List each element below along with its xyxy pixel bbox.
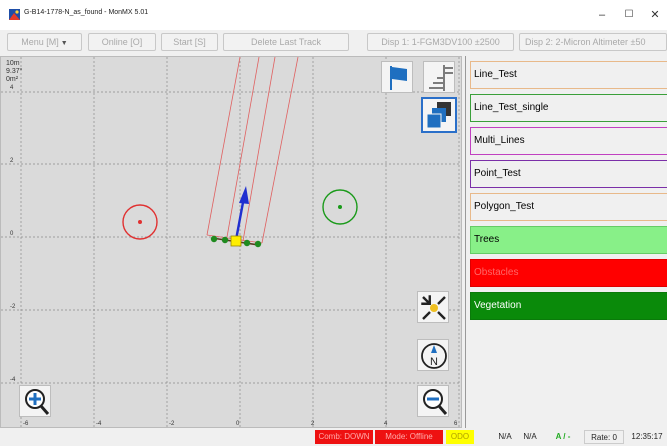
window-title: G-B14-1778-N_as_found - MonMX 5.01 — [24, 9, 149, 16]
map-canvas — [1, 57, 461, 427]
layer-panel: Line_Test Line_Test_single Multi_Lines Poin… — [465, 56, 667, 428]
layer-item[interactable]: Vegetation — [470, 292, 667, 320]
flag-button[interactable] — [381, 61, 413, 93]
na-status-1: N/A — [498, 432, 512, 441]
green-target-center — [338, 205, 342, 209]
scale-distance: 10m — [6, 60, 20, 67]
mode-status: Mode: Offline — [375, 430, 443, 444]
scale-area: 0m² — [6, 76, 19, 83]
sensor-node — [243, 239, 251, 247]
layer-item[interactable]: Polygon_Test — [470, 193, 667, 221]
layer-stack-icon — [426, 102, 451, 129]
x-tick-label: -4 — [96, 421, 102, 427]
layer-item[interactable]: Line_Test_single — [470, 94, 667, 122]
x-tick-label: 2 — [311, 421, 315, 427]
layer-item[interactable]: Trees — [470, 226, 667, 254]
dropdown-arrow-icon: ▼ — [60, 40, 68, 47]
zoom-in-icon — [25, 389, 50, 415]
red-target-center — [138, 220, 142, 224]
sensor-node — [221, 236, 229, 244]
scale-angle: 9.37° — [6, 68, 23, 75]
layer-item[interactable]: Multi_Lines — [470, 127, 667, 155]
map-view[interactable]: 10m 9.37° 0m² -6 -4 -2 0 2 4 6 4 2 0 -2 … — [0, 56, 462, 428]
layer-item[interactable]: Point_Test — [470, 160, 667, 188]
layers-toggle-button[interactable] — [423, 61, 455, 93]
compass-north-icon: N — [421, 343, 447, 369]
center-view-button[interactable] — [417, 291, 449, 323]
title-bar: G-B14-1778-N_as_found - MonMX 5.01 – ☐ ✕ — [0, 0, 667, 30]
north-up-button[interactable]: N — [417, 339, 449, 371]
menu-button-label: Menu [M] — [21, 37, 59, 47]
comb-status: Comb: DOWN — [315, 430, 373, 444]
layer-stack-button[interactable] — [421, 97, 457, 133]
sensor-node — [254, 240, 262, 248]
zoom-in-button[interactable] — [19, 385, 51, 417]
x-tick-label: -6 — [23, 421, 29, 427]
odo-status[interactable]: ODO — [446, 430, 474, 444]
menu-button[interactable]: Menu [M] ▼ — [7, 33, 82, 51]
flag-icon — [390, 66, 407, 90]
minimize-button[interactable]: – — [592, 6, 612, 24]
y-tick-label: -2 — [10, 304, 16, 310]
y-tick-label: 4 — [10, 85, 14, 91]
heading-arrow-head — [239, 186, 249, 204]
x-tick-label: 0 — [236, 421, 240, 427]
app-logo-icon — [9, 9, 20, 20]
zoom-out-icon — [423, 389, 448, 415]
sensor-node — [210, 235, 218, 243]
vehicle-marker — [230, 235, 242, 247]
start-button[interactable]: Start [S] — [161, 33, 218, 51]
zoom-out-button[interactable] — [417, 385, 449, 417]
close-button[interactable]: ✕ — [645, 6, 665, 24]
y-tick-label: 0 — [10, 231, 14, 237]
display-2-selector[interactable]: Disp 2: 2-Micron Altimeter ±50 — [519, 33, 667, 51]
scale-info: 10m 9.37° 0m² — [6, 60, 22, 84]
na-status-2: N/A — [523, 432, 537, 441]
center-crosshair-icon — [421, 295, 446, 320]
layer-item[interactable]: Line_Test — [470, 61, 667, 89]
status-bar: Comb: DOWN Mode: Offline ODO N/A N/A A /… — [0, 428, 667, 446]
rate-status: Rate: 0 — [584, 430, 624, 444]
x-tick-label: -2 — [169, 421, 175, 427]
compass-letter: N — [430, 356, 438, 368]
track-swath — [206, 57, 299, 244]
toolbar: Menu [M] ▼ Online [O] Start [S] Delete La… — [0, 30, 667, 54]
a-status: A / - — [555, 432, 571, 441]
clock-status: 12:35:17 — [631, 432, 663, 441]
delete-last-track-button[interactable]: Delete Last Track — [223, 33, 349, 51]
monmx-window: G-B14-1778-N_as_found - MonMX 5.01 – ☐ ✕… — [0, 0, 667, 446]
display-1-selector[interactable]: Disp 1: 1-FGM3DV100 ±2500 — [367, 33, 514, 51]
y-tick-label: 2 — [10, 158, 14, 164]
x-tick-label: 4 — [384, 421, 388, 427]
layers-list-icon — [429, 65, 453, 91]
online-button[interactable]: Online [O] — [88, 33, 156, 51]
layer-item[interactable]: Obstacles — [470, 259, 667, 287]
y-tick-label: -4 — [10, 377, 16, 383]
maximize-button[interactable]: ☐ — [619, 6, 639, 24]
x-tick-label: 6 — [454, 421, 458, 427]
